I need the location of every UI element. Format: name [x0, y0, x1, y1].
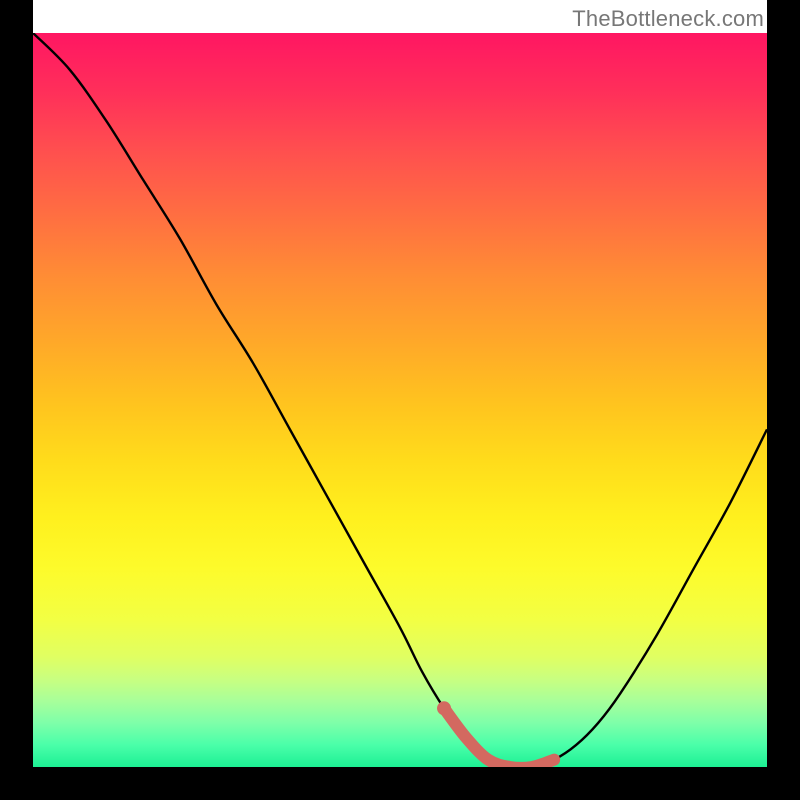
- watermark-text: TheBottleneck.com: [572, 6, 764, 32]
- chart-container: TheBottleneck.com: [0, 0, 800, 800]
- chart-border-right: [767, 0, 800, 800]
- chart-border-left: [0, 0, 33, 800]
- chart-border-bottom: [0, 767, 800, 800]
- chart-plot-area: [33, 33, 767, 767]
